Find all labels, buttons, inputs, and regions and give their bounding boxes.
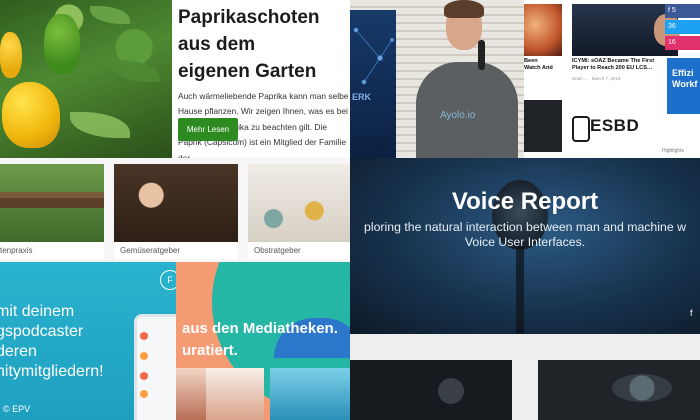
news-collage-tile[interactable]: Been Watch And ICYMI: sOAZ Became The Fi… [524,0,700,158]
microphone-stand [516,244,524,334]
avatar [140,390,148,398]
speaker-photo-tile: ERK Ayolo.io [350,0,526,158]
leaf-shape [90,6,130,24]
product-images-tile [350,334,700,420]
banner-text: ERK [352,92,372,102]
thumbnail-image[interactable] [270,368,350,420]
facebook-icon[interactable]: f [690,308,700,322]
yellow-pepper [0,32,22,78]
news-headline[interactable]: ICYMI: sOAZ Became The First Player to R… [572,58,666,72]
promo-text: Effizi Workf [672,68,698,89]
shirt-logo-text: Ayolo.io [440,110,476,121]
leaf-shape [70,112,130,138]
news-tag[interactable]: Highlights [662,148,684,154]
search-icon[interactable]: F [160,270,176,290]
esbd-logo-text: ESBD [590,116,640,135]
yellow-pepper [2,82,60,148]
category-card[interactable]: tenpraxis [0,164,104,259]
share-count[interactable]: 16 [665,36,700,50]
garden-categories-tile: tenpraxis Gemüseratgeber Obstratgeber [0,158,350,262]
news-thumbnail[interactable] [524,100,562,152]
thumbnail-image[interactable] [206,368,264,420]
green-pepper [44,14,80,74]
avatar [140,372,148,380]
product-image[interactable] [350,360,512,420]
voice-report-tile[interactable]: Voice Report ploring the natural interac… [350,158,700,334]
avatar [140,332,148,340]
category-card[interactable]: Gemüseratgeber [114,164,238,259]
news-caption[interactable]: Been Watch And [524,58,553,72]
voice-report-subtitle: ploring the natural interaction between … [364,220,686,249]
category-card[interactable]: Obstratgeber [248,164,350,259]
category-label: Gemüseratgeber [120,246,181,255]
leaf-shape [110,60,160,82]
news-thumbnail[interactable] [572,4,680,56]
network-graphic [353,27,395,85]
news-date: Noah ... · March 7, 2018 [572,76,621,81]
twitter-share-count[interactable]: 36 [665,20,700,34]
category-image [0,164,104,242]
read-more-button[interactable]: Mehr Lesen [178,118,238,141]
mediatheken-headline: aus den Mediatheken. uratiert. [182,320,338,359]
category-image [248,164,350,242]
smart-speaker-object [612,374,672,402]
avatar [140,352,148,360]
paprika-photo [0,0,172,158]
category-image [114,164,238,242]
mediatheken-tile[interactable]: aus den Mediatheken. uratiert. [176,262,350,420]
category-label: tenpraxis [0,246,33,255]
paprika-text-column: Paprikaschoten aus dem eigenen Garten Au… [178,4,350,158]
category-label: Obstratgeber [254,246,301,255]
esbd-logo: ESBD [572,110,652,146]
paprika-article-tile[interactable]: Paprikaschoten aus dem eigenen Garten Au… [0,0,350,158]
photo-credit: © EPV [3,404,31,414]
podcast-headline: mit deinem gspodcaster deren nitymitglie… [0,303,104,380]
speaker-hair [444,0,484,18]
podcast-tile[interactable]: F mit deinem gspodcaster deren nitymitgl… [0,262,176,420]
facebook-share-count[interactable]: f 5 [665,4,700,18]
esbd-mark-icon [572,116,590,142]
device-object [438,378,464,404]
news-thumbnail[interactable] [524,4,562,56]
event-banner: ERK [350,10,396,158]
phone-mockup [134,314,176,420]
voice-report-title[interactable]: Voice Report [350,188,700,216]
microphone-icon [478,40,485,70]
article-title[interactable]: Paprikaschoten aus dem eigenen Garten [178,4,350,85]
